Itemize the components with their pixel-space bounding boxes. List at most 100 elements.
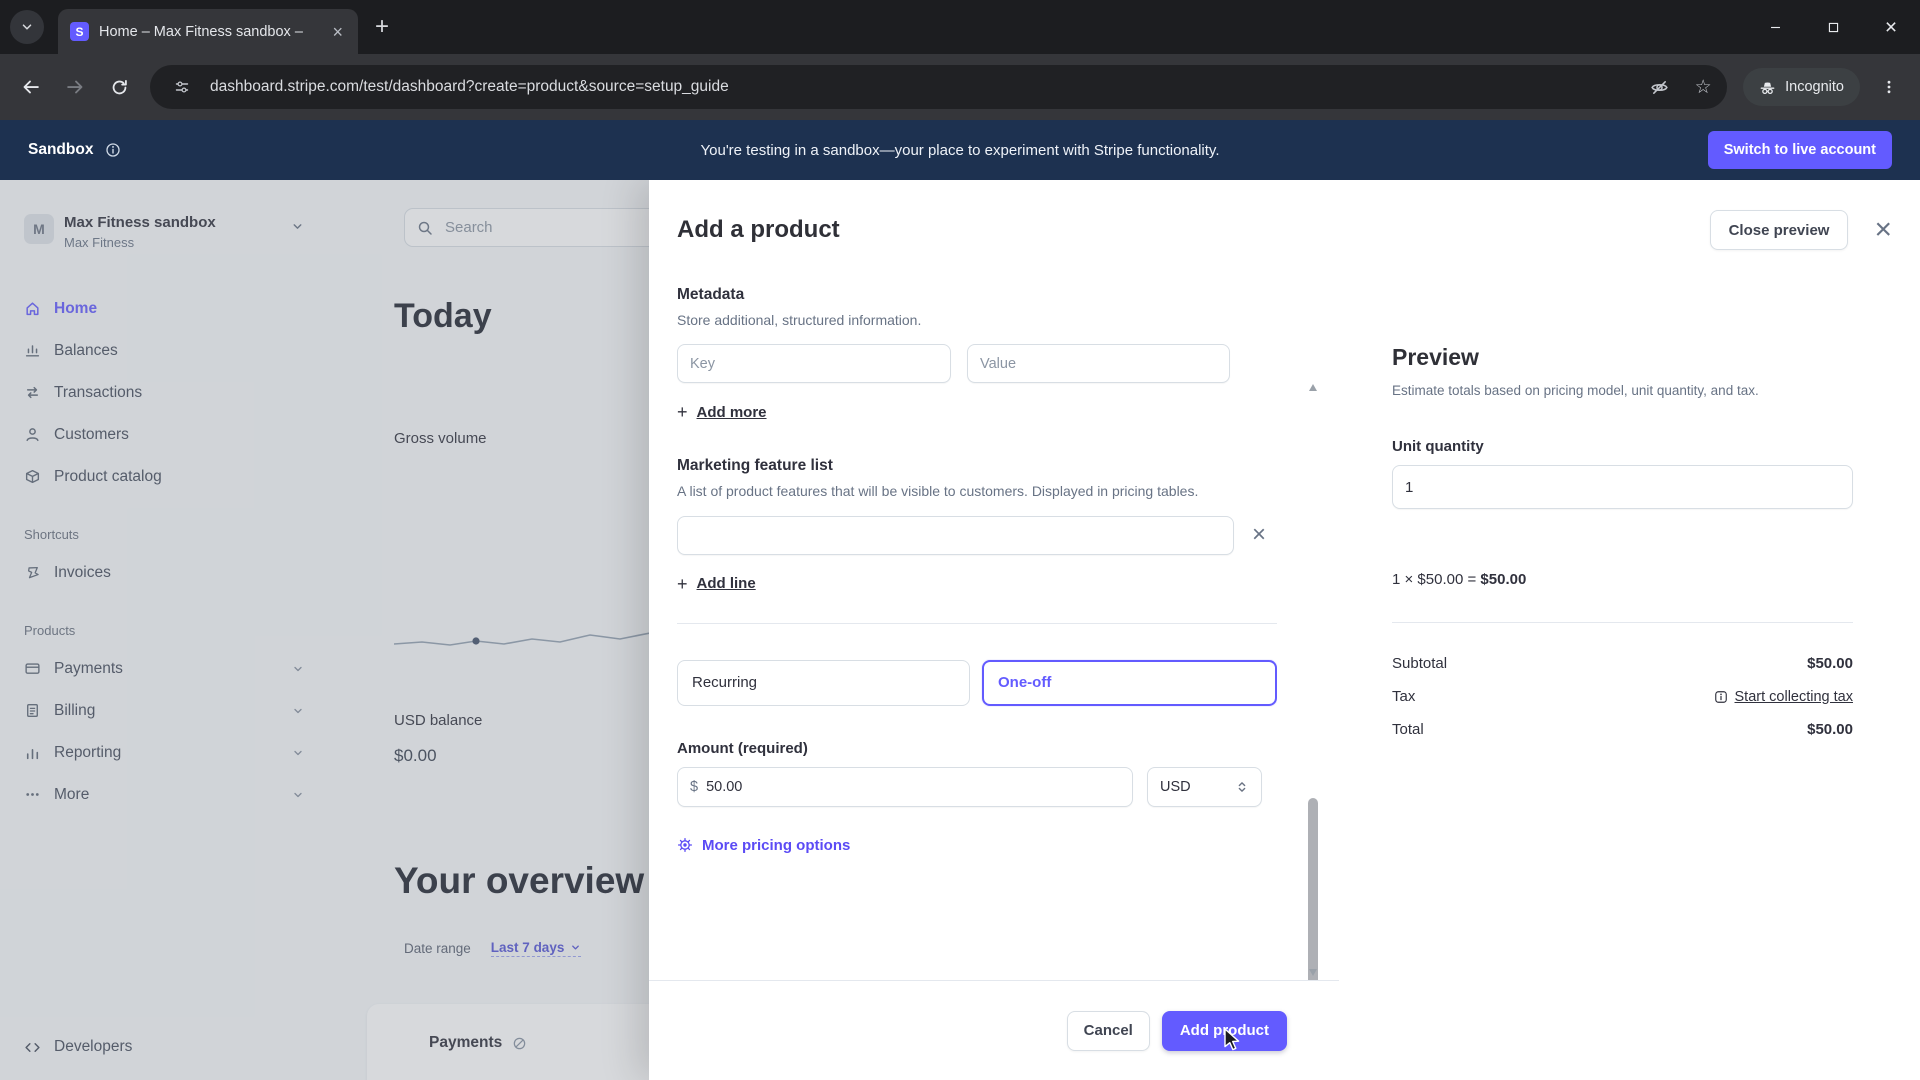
eye-off-icon[interactable] bbox=[1643, 71, 1675, 103]
info-icon bbox=[1714, 690, 1728, 704]
pricing-model-toggle: Recurring One-off bbox=[677, 660, 1277, 706]
add-line-button[interactable]: + Add line bbox=[677, 575, 756, 593]
form-scrollbar[interactable] bbox=[1307, 384, 1319, 976]
tax-row: Tax Start collecting tax bbox=[1392, 680, 1853, 713]
marketing-feature-row: × bbox=[677, 516, 1277, 555]
preview-pane: Preview Estimate totals based on pricing… bbox=[1392, 180, 1853, 746]
add-product-modal: Add a product Close preview × Metadata S… bbox=[649, 180, 1920, 1080]
modal-form-pane: Metadata Store additional, structured in… bbox=[649, 280, 1339, 1080]
marketing-feature-input[interactable] bbox=[690, 527, 1221, 543]
window-close-button[interactable]: × bbox=[1862, 0, 1920, 54]
amount-field[interactable]: $ bbox=[677, 767, 1133, 807]
tax-label: Tax bbox=[1392, 688, 1415, 705]
subtotal-label: Subtotal bbox=[1392, 655, 1447, 672]
site-info-icon[interactable] bbox=[166, 71, 198, 103]
amount-row: $ USD bbox=[677, 767, 1277, 807]
scroll-down-arrow-icon[interactable] bbox=[1309, 969, 1317, 976]
url-bar[interactable]: dashboard.stripe.com/test/dashboard?crea… bbox=[150, 65, 1727, 109]
forward-icon bbox=[65, 77, 85, 97]
preview-divider bbox=[1392, 622, 1853, 623]
metadata-value-input[interactable] bbox=[980, 356, 1217, 372]
one-off-option[interactable]: One-off bbox=[982, 660, 1277, 706]
metadata-description: Store additional, structured information… bbox=[677, 310, 1237, 330]
scroll-up-arrow-icon[interactable] bbox=[1309, 384, 1317, 391]
total-label: Total bbox=[1392, 721, 1424, 738]
window-minimize-button[interactable] bbox=[1746, 0, 1804, 54]
preview-calculation: 1 × $50.00 = $50.00 bbox=[1392, 571, 1853, 588]
form-divider bbox=[677, 623, 1277, 624]
metadata-heading: Metadata bbox=[677, 286, 1277, 304]
browser-tab-strip: S Home – Max Fitness sandbox – × + × bbox=[0, 0, 1920, 54]
cancel-button[interactable]: Cancel bbox=[1067, 1011, 1150, 1051]
preview-description: Estimate totals based on pricing model, … bbox=[1392, 383, 1853, 398]
chevron-down-icon bbox=[20, 20, 34, 34]
plus-icon: + bbox=[677, 575, 688, 593]
currency-value: USD bbox=[1160, 779, 1191, 795]
sandbox-banner-left: Sandbox bbox=[28, 141, 121, 159]
stripe-favicon-icon: S bbox=[70, 22, 89, 41]
reload-button[interactable] bbox=[98, 66, 140, 108]
recurring-option[interactable]: Recurring bbox=[677, 660, 970, 706]
back-button[interactable] bbox=[10, 66, 52, 108]
total-row: Total $50.00 bbox=[1392, 713, 1853, 746]
kebab-menu-icon bbox=[1881, 79, 1897, 95]
preview-totals: Subtotal $50.00 Tax Start collecting tax bbox=[1392, 647, 1853, 746]
unit-quantity-input[interactable] bbox=[1405, 479, 1840, 496]
incognito-label: Incognito bbox=[1785, 79, 1844, 95]
browser-menu-button[interactable] bbox=[1868, 66, 1910, 108]
content-area: M Max Fitness sandbox Max Fitness Home B… bbox=[0, 180, 1920, 1080]
more-pricing-options-link[interactable]: More pricing options bbox=[677, 837, 850, 854]
window-controls: × bbox=[1746, 0, 1920, 54]
marketing-description: A list of product features that will be … bbox=[677, 481, 1237, 501]
remove-line-icon[interactable]: × bbox=[1252, 523, 1266, 547]
window-maximize-button[interactable] bbox=[1804, 0, 1862, 54]
metadata-key-field[interactable] bbox=[677, 344, 951, 383]
sandbox-banner: Sandbox You're testing in a sandbox—your… bbox=[0, 120, 1920, 180]
modal-form-scroll: Metadata Store additional, structured in… bbox=[677, 280, 1277, 980]
minimize-icon bbox=[1769, 21, 1782, 34]
maximize-icon bbox=[1827, 21, 1840, 34]
amount-input[interactable] bbox=[706, 779, 1120, 795]
plus-icon: + bbox=[677, 403, 688, 421]
info-icon[interactable] bbox=[105, 142, 121, 158]
switch-to-live-button[interactable]: Switch to live account bbox=[1708, 131, 1892, 169]
select-stepper-icon bbox=[1235, 780, 1249, 794]
more-pricing-options-label: More pricing options bbox=[702, 837, 850, 854]
unit-quantity-label: Unit quantity bbox=[1392, 438, 1853, 455]
back-icon bbox=[21, 77, 41, 97]
subtotal-value: $50.00 bbox=[1807, 655, 1853, 672]
browser-tab[interactable]: S Home – Max Fitness sandbox – × bbox=[58, 9, 358, 54]
total-value: $50.00 bbox=[1807, 721, 1853, 738]
screen: S Home – Max Fitness sandbox – × + × bbox=[0, 0, 1920, 1080]
start-collecting-tax-label: Start collecting tax bbox=[1735, 689, 1853, 705]
url-text[interactable]: dashboard.stripe.com/test/dashboard?crea… bbox=[210, 78, 1631, 96]
add-product-button[interactable]: Add product bbox=[1162, 1011, 1287, 1051]
marketing-heading: Marketing feature list bbox=[677, 457, 1277, 475]
gear-icon bbox=[677, 837, 693, 853]
new-tab-button[interactable]: + bbox=[366, 11, 398, 43]
metadata-value-field[interactable] bbox=[967, 344, 1230, 383]
sandbox-label: Sandbox bbox=[28, 141, 93, 159]
metadata-key-input[interactable] bbox=[690, 356, 938, 372]
currency-select[interactable]: USD bbox=[1147, 767, 1262, 807]
bookmark-star-icon[interactable]: ☆ bbox=[1687, 71, 1719, 103]
unit-quantity-field[interactable] bbox=[1392, 465, 1853, 509]
add-line-label: Add line bbox=[697, 575, 756, 592]
amount-label: Amount (required) bbox=[677, 740, 1277, 757]
forward-button[interactable] bbox=[54, 66, 96, 108]
incognito-badge: Incognito bbox=[1743, 68, 1860, 106]
tab-search-button[interactable] bbox=[10, 10, 44, 44]
sandbox-message: You're testing in a sandbox—your place t… bbox=[701, 142, 1220, 159]
tab-close-icon[interactable]: × bbox=[329, 23, 346, 41]
subtotal-row: Subtotal $50.00 bbox=[1392, 647, 1853, 680]
add-more-label: Add more bbox=[697, 404, 767, 421]
metadata-kv-row bbox=[677, 344, 1277, 383]
tab-title: Home – Max Fitness sandbox – bbox=[99, 24, 319, 40]
close-icon[interactable]: × bbox=[1874, 215, 1892, 245]
calc-total: $50.00 bbox=[1480, 571, 1526, 588]
add-more-button[interactable]: + Add more bbox=[677, 403, 767, 421]
marketing-feature-field[interactable] bbox=[677, 516, 1234, 555]
incognito-icon bbox=[1759, 79, 1776, 96]
start-collecting-tax-link[interactable]: Start collecting tax bbox=[1714, 689, 1853, 705]
marketing-feature-section: Marketing feature list A list of product… bbox=[677, 457, 1277, 592]
